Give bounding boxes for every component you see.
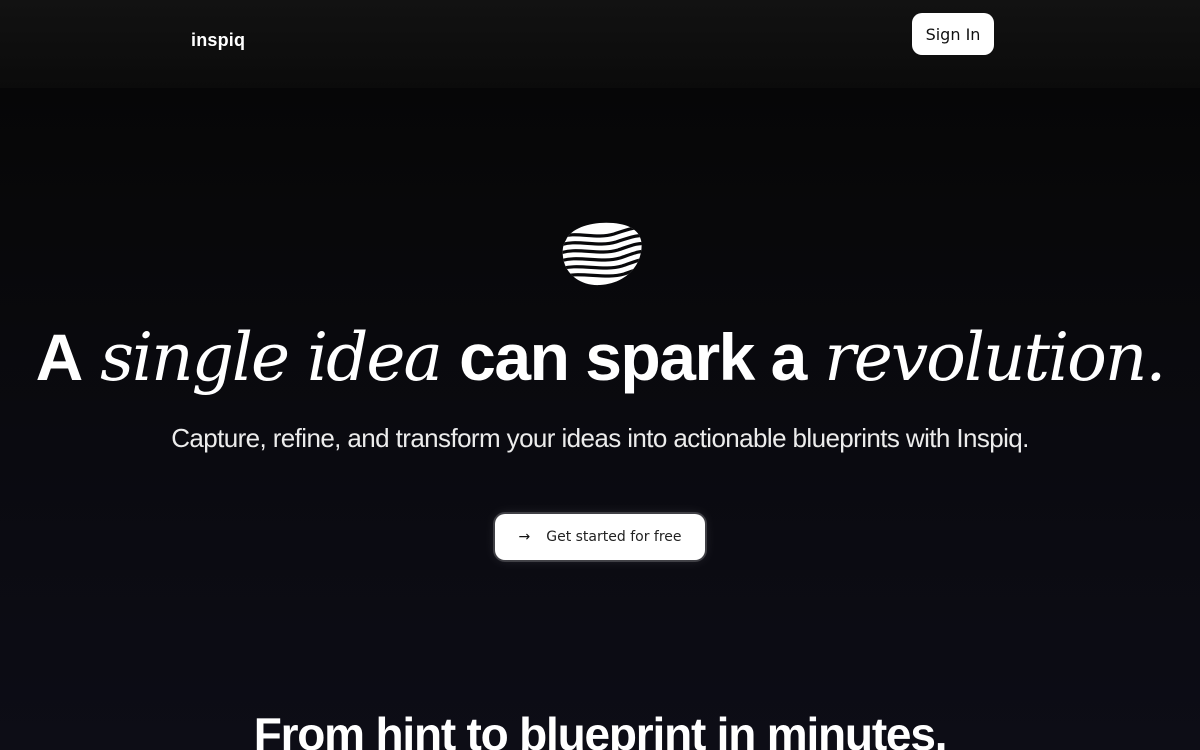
- get-started-label: Get started for free: [546, 529, 682, 545]
- brand-logo-link[interactable]: inspiq: [191, 30, 245, 51]
- wave-stack-icon: [562, 222, 642, 286]
- headline-single-idea: single idea: [100, 319, 443, 396]
- arrow-right-icon: →: [518, 529, 531, 545]
- hero-headline: A single idea can spark a revolution.: [0, 318, 1200, 397]
- headline-can-spark: can spark a: [459, 320, 807, 394]
- top-navbar: inspiq Sign In: [0, 0, 1200, 88]
- headline-revolution: revolution.: [824, 319, 1166, 396]
- sign-in-button[interactable]: Sign In: [912, 13, 994, 55]
- headline-word-a: A: [35, 320, 84, 394]
- section-title: From hint to blueprint in minutes.: [253, 708, 948, 750]
- get-started-button[interactable]: → Get started for free: [495, 514, 705, 560]
- hero-subtitle: Capture, refine, and transform your idea…: [171, 423, 1029, 453]
